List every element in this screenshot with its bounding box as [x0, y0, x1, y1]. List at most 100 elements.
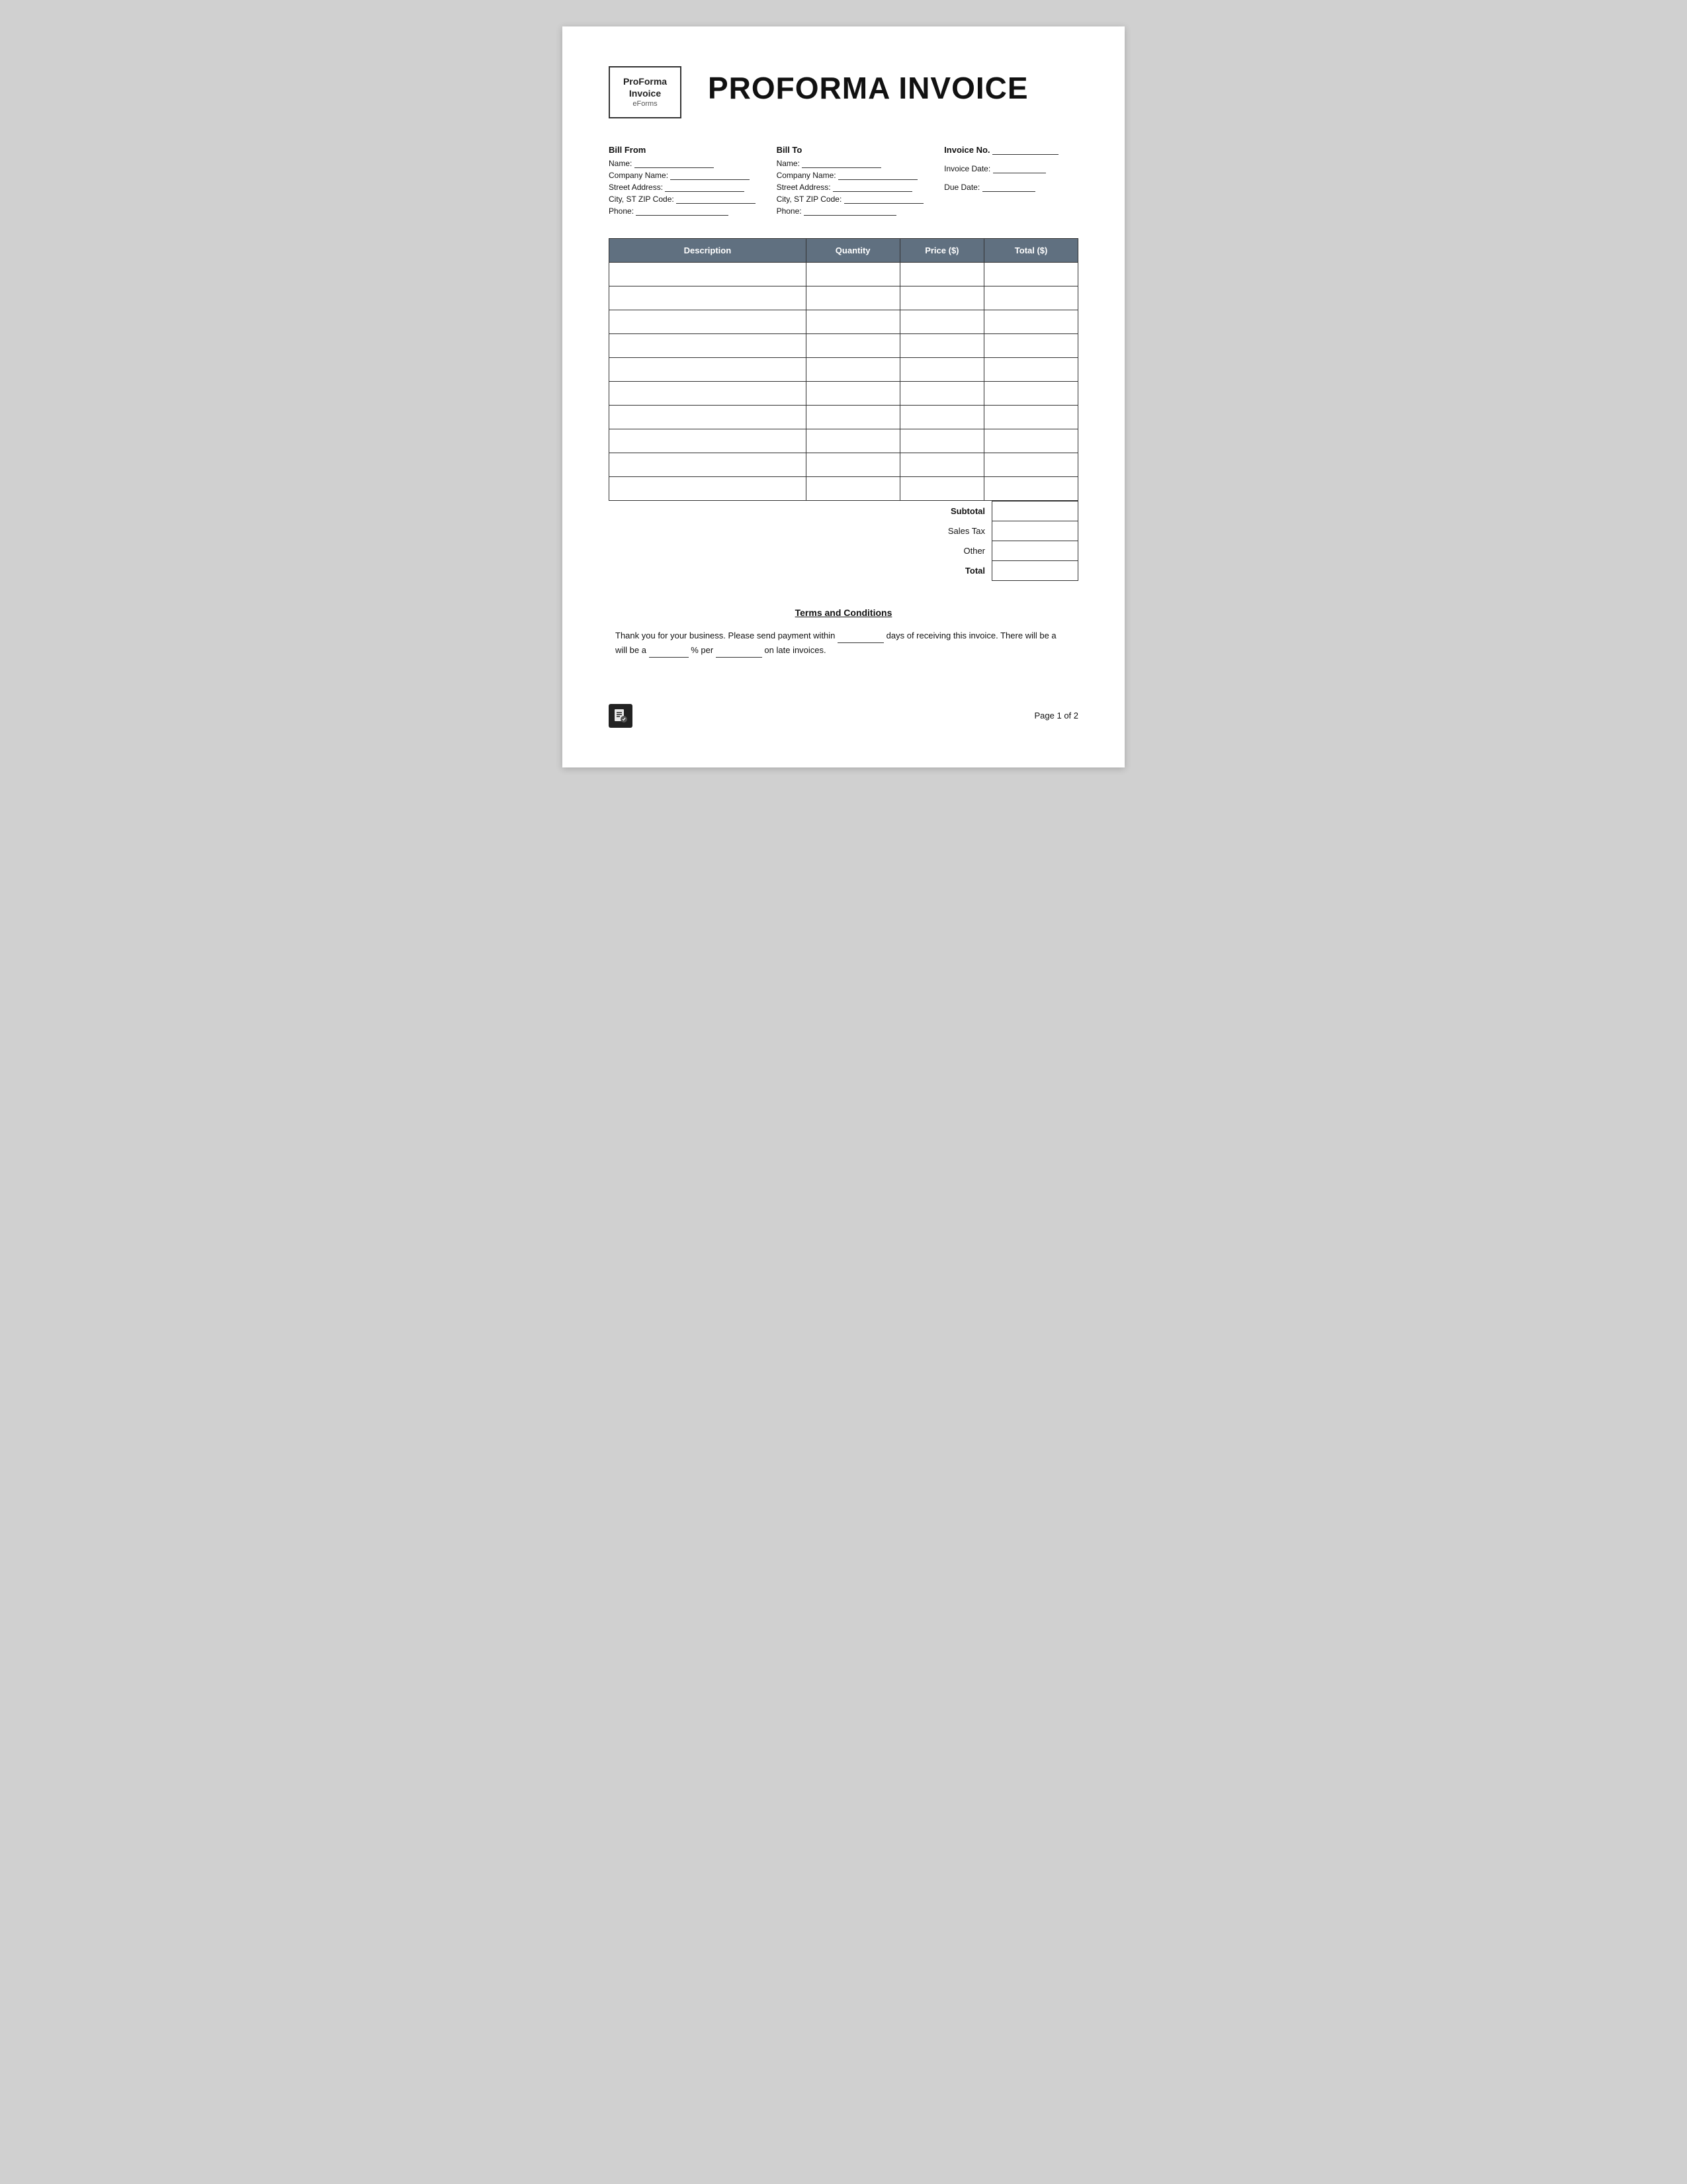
bill-from-street: Street Address:: [609, 183, 777, 192]
bill-to-city-blank[interactable]: [844, 195, 924, 204]
col-header-total: Total ($): [984, 238, 1078, 262]
table-row-0-col-3[interactable]: [984, 262, 1078, 286]
bill-to-street-blank[interactable]: [833, 183, 912, 192]
table-row-8-col-1[interactable]: [806, 453, 900, 476]
bill-to-title: Bill To: [777, 145, 945, 155]
bill-from-company: Company Name:: [609, 171, 777, 180]
table-row-3-col-0[interactable]: [609, 333, 806, 357]
table-row-5-col-2[interactable]: [900, 381, 984, 405]
table-row-1-col-1[interactable]: [806, 286, 900, 310]
table-row-6-col-0[interactable]: [609, 405, 806, 429]
invoice-date-field: Invoice Date:: [944, 164, 1078, 173]
table-row-7-col-0[interactable]: [609, 429, 806, 453]
totals-label-1: Sales Tax: [900, 521, 992, 541]
footer: Page 1 of 2: [609, 697, 1078, 728]
table-row-2-col-3[interactable]: [984, 310, 1078, 333]
table-row-6-col-2[interactable]: [900, 405, 984, 429]
totals-section: SubtotalSales TaxOtherTotal: [609, 501, 1078, 581]
table-row-1-col-0[interactable]: [609, 286, 806, 310]
bill-to-phone-blank[interactable]: [804, 206, 896, 216]
table-row-7-col-1[interactable]: [806, 429, 900, 453]
terms-per-blank[interactable]: [716, 648, 762, 658]
table-row-7-col-2[interactable]: [900, 429, 984, 453]
terms-text-part1: Thank you for your business. Please send…: [615, 631, 835, 640]
table-row-5-col-3[interactable]: [984, 381, 1078, 405]
table-row-9-col-3[interactable]: [984, 476, 1078, 500]
invoice-no-label: Invoice No.: [944, 145, 1078, 155]
table-row-2-col-0[interactable]: [609, 310, 806, 333]
table-row-1-col-2[interactable]: [900, 286, 984, 310]
bill-to-street: Street Address:: [777, 183, 945, 192]
main-title: PROFORMA INVOICE: [708, 66, 1029, 103]
bill-from-phone-blank[interactable]: [636, 206, 728, 216]
table-row-6-col-3[interactable]: [984, 405, 1078, 429]
table-row-9-col-2[interactable]: [900, 476, 984, 500]
table-row-5-col-1[interactable]: [806, 381, 900, 405]
col-header-description: Description: [609, 238, 806, 262]
bill-to-name-blank[interactable]: [802, 159, 881, 168]
table-row-4-col-1[interactable]: [806, 357, 900, 381]
logo-brand: eForms: [621, 99, 670, 109]
table-row-4-col-3[interactable]: [984, 357, 1078, 381]
totals-value-1[interactable]: [992, 521, 1078, 541]
table-row-0-col-0[interactable]: [609, 262, 806, 286]
bill-from-name: Name:: [609, 159, 777, 168]
table-row-8-col-2[interactable]: [900, 453, 984, 476]
table-row-8-col-0[interactable]: [609, 453, 806, 476]
invoice-no-blank[interactable]: [992, 146, 1059, 155]
table-row-6-col-1[interactable]: [806, 405, 900, 429]
header: ProForma Invoice eForms PROFORMA INVOICE: [609, 66, 1078, 118]
table-row-3-col-3[interactable]: [984, 333, 1078, 357]
bill-to-company: Company Name:: [777, 171, 945, 180]
terms-section: Terms and Conditions Thank you for your …: [609, 607, 1078, 658]
bill-to-company-blank[interactable]: [838, 171, 918, 180]
totals-value-0[interactable]: [992, 501, 1078, 521]
totals-value-2[interactable]: [992, 541, 1078, 560]
table-row-1-col-3[interactable]: [984, 286, 1078, 310]
table-row-3-col-2[interactable]: [900, 333, 984, 357]
bill-section: Bill From Name: Company Name: Street Add…: [609, 145, 1078, 218]
col-header-price: Price ($): [900, 238, 984, 262]
table-row-4-col-0[interactable]: [609, 357, 806, 381]
terms-title: Terms and Conditions: [615, 607, 1072, 618]
table-row-2-col-1[interactable]: [806, 310, 900, 333]
page-label: Page 1 of 2: [1035, 711, 1079, 721]
table-row-2-col-2[interactable]: [900, 310, 984, 333]
bill-from-street-blank[interactable]: [665, 183, 744, 192]
logo-line2: Invoice: [621, 87, 670, 99]
table-row-3-col-1[interactable]: [806, 333, 900, 357]
bill-to-city: City, ST ZIP Code:: [777, 195, 945, 204]
totals-label-2: Other: [900, 541, 992, 560]
invoice-info-col: Invoice No. Invoice Date: Due Date:: [944, 145, 1078, 218]
due-date-blank[interactable]: [982, 183, 1035, 192]
bill-from-phone: Phone:: [609, 206, 777, 216]
totals-label-3: Total: [900, 560, 992, 580]
logo-box: ProForma Invoice eForms: [609, 66, 681, 118]
bill-from-company-blank[interactable]: [670, 171, 750, 180]
totals-label-0: Subtotal: [900, 501, 992, 521]
totals-value-3[interactable]: [992, 560, 1078, 580]
table-row-9-col-0[interactable]: [609, 476, 806, 500]
table-row-0-col-2[interactable]: [900, 262, 984, 286]
col-header-quantity: Quantity: [806, 238, 900, 262]
table-row-4-col-2[interactable]: [900, 357, 984, 381]
table-row-5-col-0[interactable]: [609, 381, 806, 405]
table-row-0-col-1[interactable]: [806, 262, 900, 286]
bill-from-city-blank[interactable]: [676, 195, 756, 204]
terms-text-part2: days of receiving this invoice. There wi…: [887, 631, 1057, 640]
bill-to-phone: Phone:: [777, 206, 945, 216]
due-date-field: Due Date:: [944, 183, 1078, 192]
invoice-page: ProForma Invoice eForms PROFORMA INVOICE…: [562, 26, 1125, 767]
bill-to-col: Bill To Name: Company Name: Street Addre…: [777, 145, 945, 218]
table-row-9-col-1[interactable]: [806, 476, 900, 500]
bill-from-name-blank[interactable]: [634, 159, 714, 168]
terms-text-part4: on late invoices.: [764, 645, 826, 655]
invoice-date-blank[interactable]: [993, 164, 1046, 173]
table-row-8-col-3[interactable]: [984, 453, 1078, 476]
table-row-7-col-3[interactable]: [984, 429, 1078, 453]
terms-percent-blank[interactable]: [649, 648, 689, 658]
logo-title: ProForma: [621, 75, 670, 87]
invoice-table: Description Quantity Price ($) Total ($): [609, 238, 1078, 501]
terms-text-part3: % per: [691, 645, 713, 655]
terms-days-blank[interactable]: [838, 634, 884, 643]
